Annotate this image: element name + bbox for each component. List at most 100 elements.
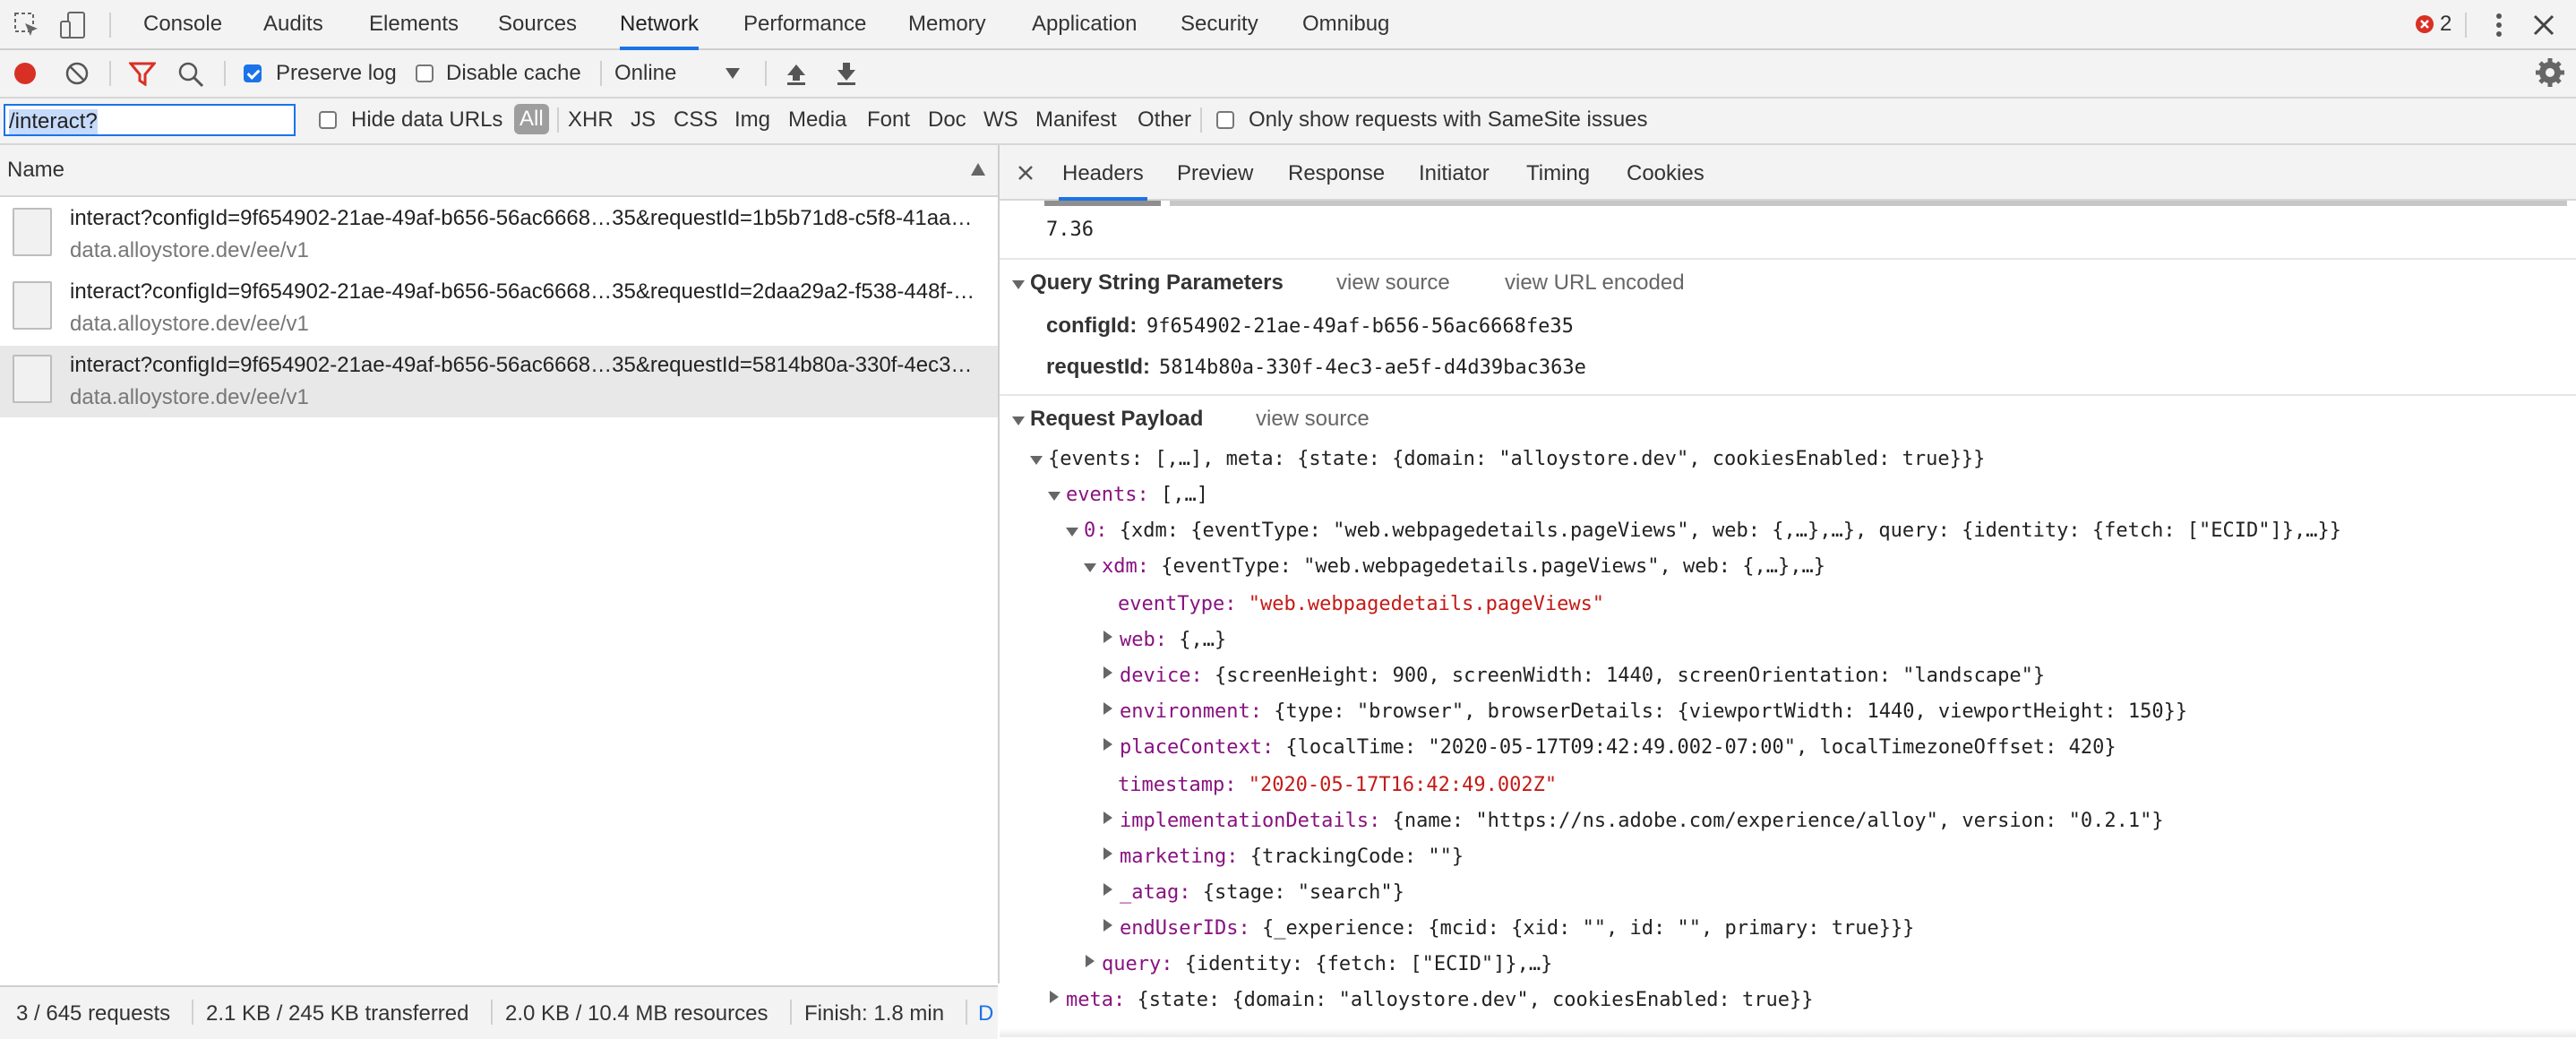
status-divider <box>790 1000 792 1025</box>
collapsed-toggle-icon[interactable] <box>1103 847 1112 864</box>
json-value: {,…} <box>1166 629 1227 651</box>
filter-type-xhr[interactable]: XHR <box>568 107 614 133</box>
filter-type-ws[interactable]: WS <box>983 107 1018 133</box>
json-value: {identity: {fetch: ["ECID"]},…} <box>1172 953 1553 975</box>
filter-type-css[interactable]: CSS <box>674 107 717 133</box>
request-list-header[interactable]: Name <box>0 145 998 197</box>
preserve-log-label: Preserve log <box>276 61 397 85</box>
finish-time: Finish: 1.8 min <box>804 1001 945 1026</box>
param-value: 5814b80a-330f-4ec3-ae5f-d4d39bac363e <box>1159 356 1586 379</box>
filter-type-js[interactable]: JS <box>631 107 656 133</box>
query-node[interactable]: query: {identity: {fetch: ["ECID"]},…} <box>1102 953 1552 975</box>
placecontext-node[interactable]: placeContext: {localTime: "2020-05-17T09… <box>1120 736 2117 759</box>
expand-toggle-icon[interactable] <box>1084 561 1096 577</box>
view-source-link[interactable]: view source <box>1256 407 1370 432</box>
section-expanded-icon[interactable] <box>1012 414 1025 430</box>
close-details-icon[interactable] <box>1018 165 1034 181</box>
filter-icon[interactable] <box>129 61 156 86</box>
expand-toggle-icon[interactable] <box>1066 525 1078 541</box>
preserve-log-checkbox[interactable] <box>244 64 262 82</box>
close-devtools-icon[interactable] <box>2531 13 2556 38</box>
query-params-title[interactable]: Query String Parameters <box>1030 270 1284 296</box>
tab-initiator[interactable]: Initiator <box>1419 145 1490 199</box>
request-row[interactable]: interact?configId=9f654902-21ae-49af-b65… <box>0 272 998 344</box>
expand-toggle-icon[interactable] <box>1048 489 1060 505</box>
dom-content-loaded-truncated: D <box>978 1001 994 1026</box>
throttling-select[interactable]: Online <box>614 57 745 88</box>
tab-headers[interactable]: Headers <box>1059 145 1147 201</box>
tab-memory[interactable]: Memory <box>908 0 986 48</box>
tab-network[interactable]: Network <box>620 0 700 50</box>
more-options-icon[interactable] <box>2486 11 2512 39</box>
enduserids-node[interactable]: endUserIDs: {_experience: {mcid: {xid: "… <box>1120 917 1914 940</box>
network-settings-gear-icon[interactable] <box>2535 57 2565 88</box>
request-domain: data.alloystore.dev/ee/v1 <box>70 312 309 336</box>
collapsed-toggle-icon[interactable] <box>1103 811 1112 829</box>
web-node[interactable]: web: {,…} <box>1120 629 1226 651</box>
device-toolbar-icon[interactable] <box>59 11 88 39</box>
view-source-link[interactable]: view source <box>1336 270 1450 296</box>
xdm-node[interactable]: xdm: {eventType: "web.webpagedetails.pag… <box>1102 555 1825 578</box>
tab-timing[interactable]: Timing <box>1526 145 1590 199</box>
export-har-icon[interactable] <box>835 61 858 86</box>
tab-console[interactable]: Console <box>143 0 222 48</box>
inspect-element-icon[interactable] <box>13 11 41 39</box>
collapsed-toggle-icon[interactable] <box>1103 631 1112 648</box>
filter-type-media[interactable]: Media <box>788 107 846 133</box>
atag-node[interactable]: _atag: {stage: "search"} <box>1120 881 1404 904</box>
events-node[interactable]: events: [,…] <box>1066 484 1208 506</box>
import-har-icon[interactable] <box>785 61 808 86</box>
search-icon[interactable] <box>177 61 204 88</box>
filter-type-all[interactable]: All <box>514 104 549 134</box>
record-icon[interactable] <box>13 61 38 86</box>
samesite-checkbox[interactable] <box>1216 111 1234 129</box>
tab-security[interactable]: Security <box>1181 0 1258 48</box>
sort-ascending-icon <box>971 163 985 176</box>
tab-omnibug[interactable]: Omnibug <box>1302 0 1389 48</box>
filter-type-img[interactable]: Img <box>734 107 770 133</box>
request-list <box>0 145 1000 983</box>
tab-response[interactable]: Response <box>1288 145 1385 199</box>
filter-type-doc[interactable]: Doc <box>928 107 966 133</box>
tab-elements[interactable]: Elements <box>369 0 459 48</box>
implementation-details-node[interactable]: implementationDetails: {name: "https://n… <box>1120 810 2164 832</box>
json-key: _atag: <box>1120 881 1191 904</box>
status-divider <box>966 1000 967 1025</box>
filter-type-font[interactable]: Font <box>867 107 910 133</box>
collapsed-toggle-icon[interactable] <box>1086 955 1095 972</box>
collapsed-toggle-icon[interactable] <box>1103 666 1112 683</box>
filter-input[interactable]: /interact? <box>4 104 296 136</box>
meta-node[interactable]: meta: {state: {domain: "alloystore.dev",… <box>1066 989 1813 1011</box>
device-node[interactable]: device: {screenHeight: 900, screenWidth:… <box>1120 665 2045 687</box>
error-badge[interactable]: 2 <box>2415 12 2451 36</box>
filter-type-other[interactable]: Other <box>1138 107 1191 133</box>
filter-type-manifest[interactable]: Manifest <box>1035 107 1117 133</box>
collapsed-toggle-icon[interactable] <box>1050 991 1059 1008</box>
marketing-node[interactable]: marketing: {trackingCode: ""} <box>1120 846 1464 868</box>
tab-application[interactable]: Application <box>1032 0 1137 48</box>
tab-audits[interactable]: Audits <box>263 0 323 48</box>
toolbar-divider <box>600 61 602 86</box>
tab-sources[interactable]: Sources <box>498 0 577 48</box>
expand-toggle-icon[interactable] <box>1030 453 1043 469</box>
tab-performance[interactable]: Performance <box>743 0 866 48</box>
status-divider <box>192 1000 193 1025</box>
request-row[interactable]: interact?configId=9f654902-21ae-49af-b65… <box>0 199 998 270</box>
collapsed-toggle-icon[interactable] <box>1103 919 1112 936</box>
collapsed-toggle-icon[interactable] <box>1103 883 1112 900</box>
collapsed-toggle-icon[interactable] <box>1103 738 1112 755</box>
hide-data-urls-checkbox[interactable] <box>319 111 337 129</box>
view-url-encoded-link[interactable]: view URL encoded <box>1505 270 1685 296</box>
clear-icon[interactable] <box>64 61 90 86</box>
event-0-node[interactable]: 0: {xdm: {eventType: "web.webpagedetails… <box>1084 520 2341 542</box>
request-payload-title[interactable]: Request Payload <box>1030 407 1203 432</box>
section-expanded-icon[interactable] <box>1012 278 1025 294</box>
tab-cookies[interactable]: Cookies <box>1627 145 1704 199</box>
environment-node[interactable]: environment: {type: "browser", browserDe… <box>1120 700 2187 723</box>
filter-bar: /interact? Hide data URLs All XHR JS CSS… <box>0 99 2576 145</box>
collapsed-toggle-icon[interactable] <box>1103 702 1112 719</box>
tab-preview[interactable]: Preview <box>1177 145 1253 199</box>
request-row-selected[interactable]: interact?configId=9f654902-21ae-49af-b65… <box>0 346 998 417</box>
disable-cache-checkbox[interactable] <box>416 64 434 82</box>
payload-root[interactable]: {events: [,…], meta: {state: {domain: "a… <box>1048 448 1985 470</box>
